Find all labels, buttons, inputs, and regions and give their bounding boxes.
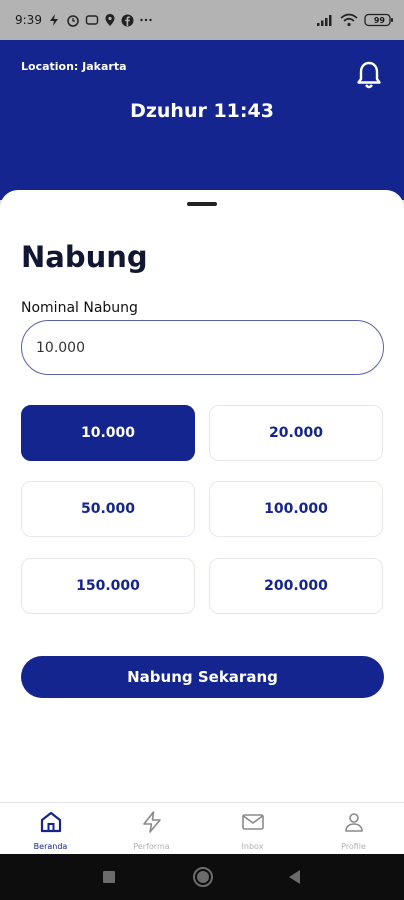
- amount-option-20000[interactable]: 20.000: [209, 405, 383, 461]
- amount-option-50000[interactable]: 50.000: [21, 481, 195, 537]
- prayer-time: Dzuhur 11:43: [130, 100, 274, 122]
- message-icon: [85, 13, 99, 27]
- lightning-icon: [139, 809, 165, 835]
- location-icon: [104, 13, 116, 27]
- bolt-icon: [47, 13, 61, 27]
- home-icon: [38, 809, 64, 835]
- amount-option-150000[interactable]: 150.000: [21, 558, 195, 614]
- back-icon[interactable]: [286, 868, 302, 890]
- system-nav-bar: [0, 854, 404, 900]
- amount-option-10000[interactable]: 10.000: [21, 405, 195, 461]
- nav-item-inbox[interactable]: Inbox: [202, 803, 303, 854]
- wifi-icon: [340, 13, 358, 27]
- location-label: Location: Jakarta: [21, 60, 127, 73]
- header: Location: Jakarta Dzuhur 11:43: [0, 40, 404, 200]
- nominal-label: Nominal Nabung: [21, 300, 138, 316]
- nav-item-beranda[interactable]: Beranda: [0, 803, 101, 854]
- sheet-handle[interactable]: [187, 202, 217, 206]
- user-icon: [341, 809, 367, 835]
- alarm-icon: [66, 13, 80, 27]
- amount-option-200000[interactable]: 200.000: [209, 558, 383, 614]
- nav-label-inbox: Inbox: [241, 842, 264, 851]
- mail-icon: [240, 809, 266, 835]
- status-bar: 9:39 99: [0, 0, 404, 40]
- nav-label-performa: Performa: [133, 842, 170, 851]
- nav-label-beranda: Beranda: [33, 842, 68, 851]
- home-button-icon[interactable]: [192, 866, 214, 892]
- nabung-sekarang-button[interactable]: Nabung Sekarang: [21, 656, 384, 698]
- status-time: 9:39: [15, 13, 42, 27]
- signal-icon: [316, 13, 334, 27]
- nabung-sheet: Nabung Nominal Nabung 10.000 20.000 50.0…: [0, 190, 404, 802]
- nominal-input[interactable]: [21, 320, 384, 375]
- facebook-icon: [121, 14, 134, 27]
- recents-icon[interactable]: [101, 869, 117, 889]
- bottom-nav: Beranda Performa Inbox Profile: [0, 802, 404, 854]
- battery-level: 99: [373, 15, 385, 25]
- nav-item-profile[interactable]: Profile: [303, 803, 404, 854]
- more-icon: [139, 13, 153, 27]
- nav-label-profile: Profile: [341, 842, 366, 851]
- nav-item-performa[interactable]: Performa: [101, 803, 202, 854]
- page-title: Nabung: [21, 240, 148, 274]
- notification-bell-icon[interactable]: [356, 60, 382, 90]
- amount-option-100000[interactable]: 100.000: [209, 481, 383, 537]
